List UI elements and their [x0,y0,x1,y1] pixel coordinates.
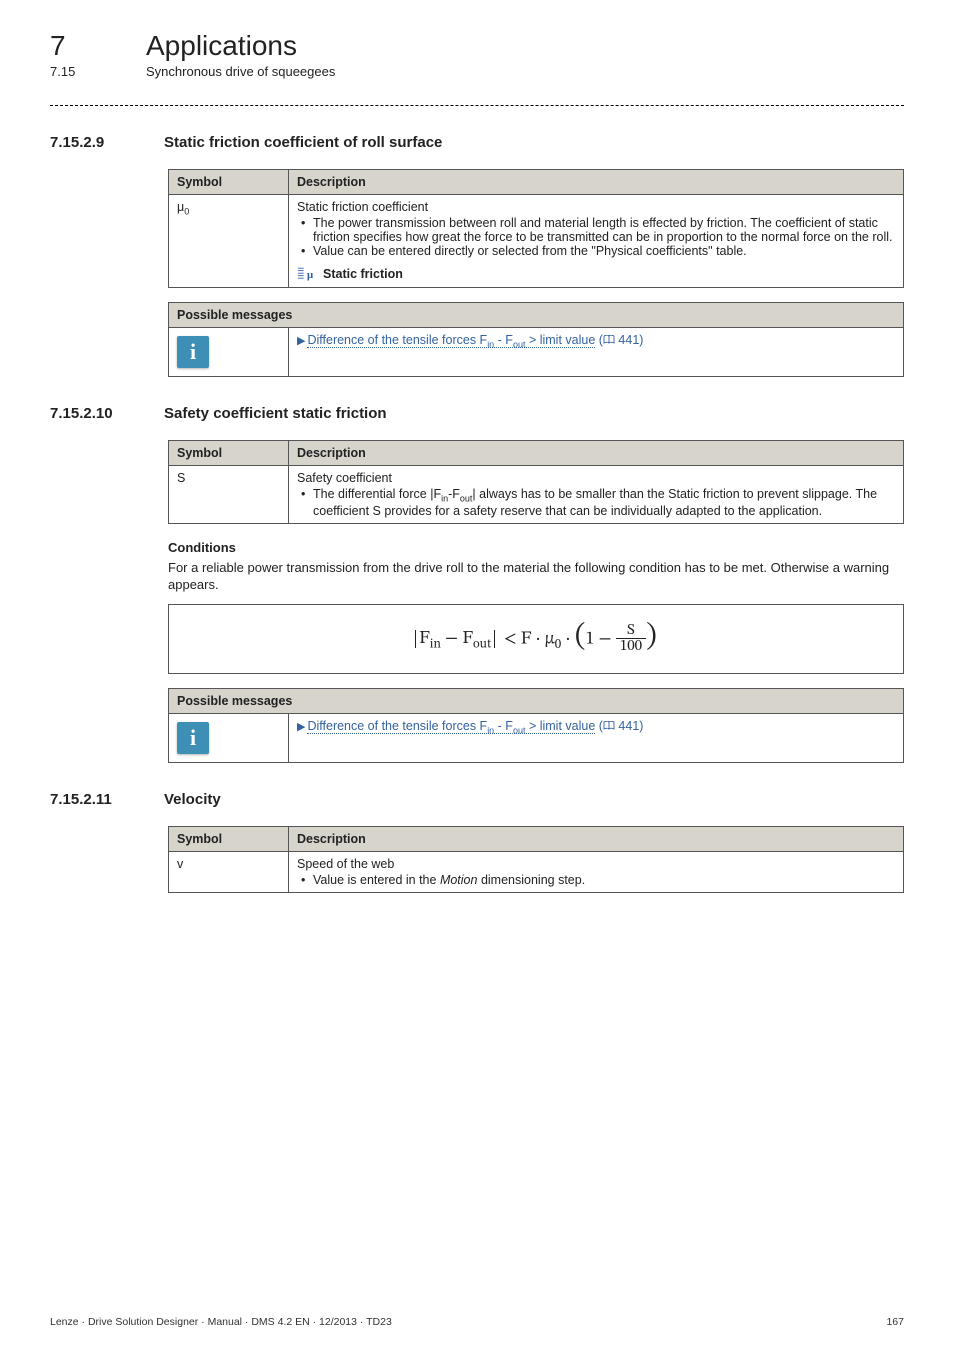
message-link-cell: ▶Difference of the tensile forces Fin - … [289,714,904,763]
bullet-item: Value is entered in the Motion dimension… [313,873,895,887]
conditions-heading: Conditions [168,540,904,555]
formula: Fin − Fout < F · μ0 · (1 − S100) [168,604,904,675]
chapter-title: Applications [146,30,297,62]
divider [50,105,904,106]
section-number: 7.15 [50,64,106,79]
info-icon: i [177,722,209,754]
description-cell: Speed of the web Value is entered in the… [289,852,904,893]
bullet-item: The differential force |Fin-Fout| always… [313,487,895,518]
subsection-title: Velocity [164,791,221,808]
symbol-cell: v [169,852,289,893]
footer-page-number: 167 [886,1316,904,1328]
table-header-description: Description [289,441,904,466]
subsection-title: Safety coefficient static friction [164,405,387,422]
info-icon: i [177,336,209,368]
messages-header: Possible messages [169,303,904,328]
book-icon [603,721,615,731]
message-link[interactable]: ▶Difference of the tensile forces Fin - … [297,333,643,347]
table-header-description: Description [289,170,904,195]
message-link-cell: ▶Difference of the tensile forces Fin - … [289,328,904,377]
bullet-item: Value can be entered directly or selecte… [313,244,895,258]
static-friction-icon: μ [297,266,317,282]
table-header-description: Description [289,827,904,852]
symbol-cell: S [169,466,289,524]
table-row: i ▶Difference of the tensile forces Fin … [169,714,904,763]
messages-table: Possible messages i ▶Difference of the t… [168,688,904,763]
footer-left: Lenze · Drive Solution Designer · Manual… [50,1316,392,1328]
chapter-number: 7 [50,30,106,62]
table-header-symbol: Symbol [169,827,289,852]
messages-table: Possible messages i ▶Difference of the t… [168,302,904,377]
table-header-symbol: Symbol [169,170,289,195]
description-table: Symbol Description μ0 Static friction co… [168,169,904,288]
table-row: μ0 Static friction coefficient The power… [169,195,904,288]
description-table: Symbol Description S Safety coefficient … [168,440,904,524]
bullet-item: The power transmission between roll and … [313,216,895,244]
static-friction-label: Static friction [323,267,403,281]
messages-header: Possible messages [169,689,904,714]
info-icon-cell: i [169,714,289,763]
subsection-heading: 7.15.2.10 Safety coefficient static fric… [50,405,904,422]
subsection-number: 7.15.2.9 [50,134,130,151]
table-row: S Safety coefficient The differential fo… [169,466,904,524]
svg-text:μ: μ [307,269,313,281]
subsection-number: 7.15.2.10 [50,405,130,422]
symbol-cell: μ0 [169,195,289,288]
info-icon-cell: i [169,328,289,377]
book-icon [603,335,615,345]
subsection-title: Static friction coefficient of roll surf… [164,134,442,151]
description-title: Speed of the web [297,857,895,871]
description-cell: Static friction coefficient The power tr… [289,195,904,288]
table-header-symbol: Symbol [169,441,289,466]
description-title: Static friction coefficient [297,200,895,214]
description-cell: Safety coefficient The differential forc… [289,466,904,524]
subsection-heading: 7.15.2.11 Velocity [50,791,904,808]
subsection-number: 7.15.2.11 [50,791,130,808]
table-row: i ▶Difference of the tensile forces Fin … [169,328,904,377]
table-row: v Speed of the web Value is entered in t… [169,852,904,893]
subsection-heading: 7.15.2.9 Static friction coefficient of … [50,134,904,151]
conditions-paragraph: For a reliable power transmission from t… [168,559,904,594]
section-title: Synchronous drive of squeegees [146,64,335,79]
message-link[interactable]: ▶Difference of the tensile forces Fin - … [297,719,643,733]
description-table: Symbol Description v Speed of the web Va… [168,826,904,893]
description-title: Safety coefficient [297,471,895,485]
